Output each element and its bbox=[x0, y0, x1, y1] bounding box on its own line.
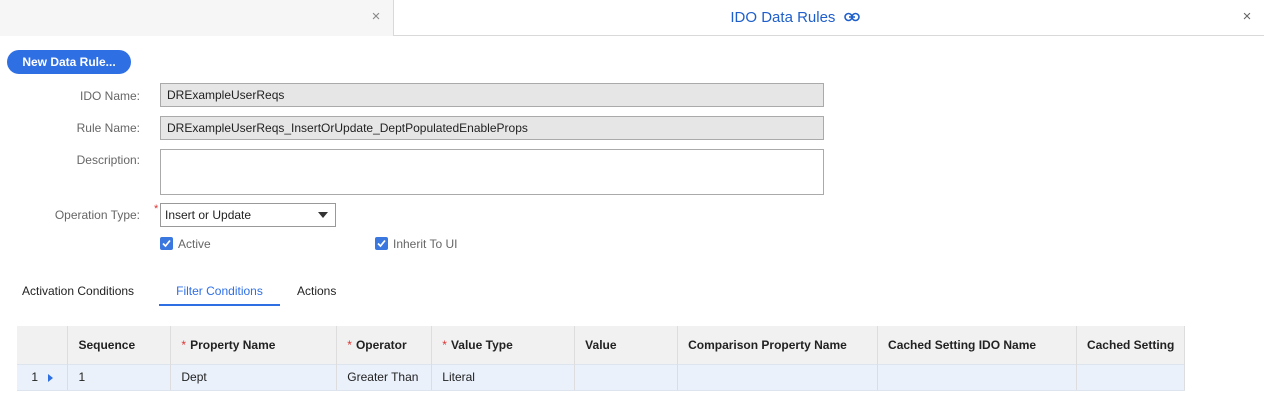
tab-filter-conditions[interactable]: Filter Conditions bbox=[159, 284, 280, 306]
cell-value[interactable] bbox=[574, 363, 679, 391]
active-checkbox[interactable]: Active bbox=[160, 236, 211, 252]
tab-activation-conditions[interactable]: Activation Conditions bbox=[22, 284, 134, 306]
ido-name-label: IDO Name: bbox=[79, 89, 140, 103]
cell-cached-setting-ido-name[interactable] bbox=[877, 363, 1077, 391]
column-header-operator[interactable]: * Operator bbox=[336, 326, 433, 364]
column-header-value-type[interactable]: * Value Type bbox=[431, 326, 576, 364]
filter-conditions-grid: Sequence * Property Name * Operator * Value… bbox=[17, 326, 1186, 391]
column-header-property-name[interactable]: * Property Name bbox=[170, 326, 338, 364]
checkbox-checked-icon bbox=[375, 237, 388, 251]
column-header-sequence[interactable]: Sequence bbox=[67, 326, 172, 364]
tab-bar: × IDO Data Rules × bbox=[0, 0, 1264, 36]
close-icon[interactable]: × bbox=[367, 8, 385, 26]
grid-header-row: Sequence * Property Name * Operator * Value… bbox=[17, 326, 1186, 364]
tab-actions[interactable]: Actions bbox=[297, 284, 336, 306]
row-selector[interactable]: 1 bbox=[17, 363, 69, 391]
row-number: 1 bbox=[31, 370, 39, 384]
chevron-down-icon bbox=[318, 212, 328, 218]
table-row[interactable]: 1 1 Dept Greater Than Literal bbox=[17, 363, 1186, 391]
active-label: Active bbox=[178, 237, 211, 251]
operation-type-label: Operation Type: bbox=[54, 208, 140, 222]
rule-name-field[interactable]: DRExampleUserReqs_InsertOrUpdate_DeptPop… bbox=[160, 116, 824, 140]
cell-property-name[interactable]: Dept bbox=[170, 363, 338, 391]
required-marker: * bbox=[154, 203, 159, 215]
column-header-cached-setting-ido-name[interactable]: Cached Setting IDO Name bbox=[877, 326, 1077, 364]
inherit-to-ui-label: Inherit To UI bbox=[393, 237, 458, 251]
cell-sequence[interactable]: 1 bbox=[67, 363, 172, 391]
tab-previous[interactable]: × bbox=[0, 0, 394, 36]
row-selector-header bbox=[17, 326, 69, 364]
checkbox-checked-icon bbox=[160, 237, 173, 251]
cell-comparison-property-name[interactable] bbox=[677, 363, 879, 391]
ido-name-field[interactable]: DRExampleUserReqs bbox=[160, 83, 824, 107]
operation-type-select[interactable]: Insert or Update bbox=[160, 203, 336, 227]
page-title: IDO Data Rules bbox=[395, 0, 1195, 36]
page-title-text: IDO Data Rules bbox=[730, 9, 836, 26]
close-icon[interactable]: × bbox=[1238, 8, 1256, 26]
description-field[interactable] bbox=[160, 149, 824, 195]
cell-operator[interactable]: Greater Than bbox=[336, 363, 433, 391]
column-header-value[interactable]: Value bbox=[574, 326, 679, 364]
cell-value-type[interactable]: Literal bbox=[431, 363, 576, 391]
tab-ido-data-rules[interactable]: IDO Data Rules × bbox=[395, 0, 1264, 36]
description-label: Description: bbox=[76, 153, 140, 167]
column-header-cached-setting[interactable]: Cached Setting bbox=[1076, 326, 1186, 364]
cell-cached-setting[interactable] bbox=[1076, 363, 1186, 391]
new-data-rule-button[interactable]: New Data Rule... bbox=[7, 50, 131, 74]
operation-type-value: Insert or Update bbox=[165, 208, 252, 222]
rule-name-label: Rule Name: bbox=[76, 121, 140, 135]
current-row-arrow-icon bbox=[48, 373, 54, 382]
column-header-comparison-property-name[interactable]: Comparison Property Name bbox=[677, 326, 879, 364]
link-icon[interactable] bbox=[843, 0, 860, 36]
inherit-to-ui-checkbox[interactable]: Inherit To UI bbox=[375, 236, 457, 252]
